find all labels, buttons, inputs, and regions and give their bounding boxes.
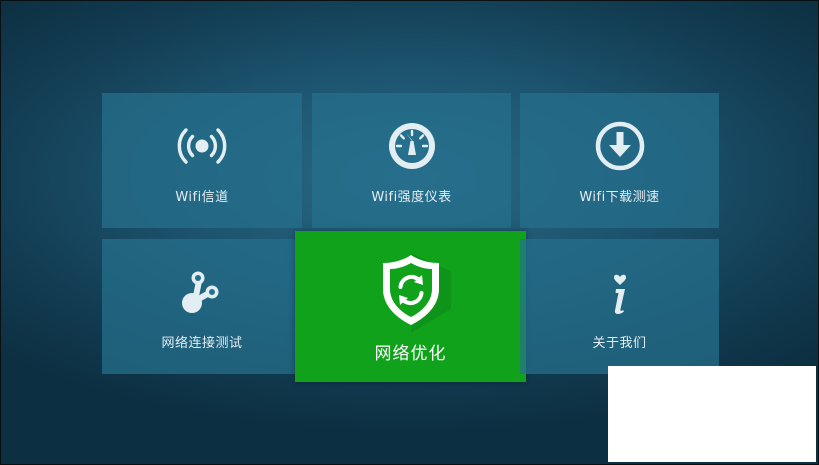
- tile-wifi-channel[interactable]: Wifi信道: [102, 93, 302, 228]
- tile-about-us[interactable]: 关于我们: [520, 239, 719, 374]
- tile-label: Wifi下载测速: [579, 190, 660, 205]
- tile-label: Wifi强度仪表: [371, 190, 452, 205]
- tile-connection-test[interactable]: 网络连接测试: [102, 239, 302, 374]
- connection-nodes-icon: [175, 265, 229, 319]
- app-screen: Wifi信道 Wifi强度仪表 Wifi下载测速 网络连接测试 网络优化 关于我…: [0, 0, 819, 465]
- blank-overlay: [608, 366, 816, 462]
- shield-refresh-icon: [369, 249, 453, 333]
- gauge-icon: [385, 119, 439, 173]
- tile-network-optimize[interactable]: 网络优化: [295, 231, 526, 382]
- tile-label: 网络连接测试: [161, 336, 243, 351]
- tile-label: 网络优化: [374, 344, 447, 364]
- tile-label: 关于我们: [592, 336, 647, 351]
- tile-wifi-meter[interactable]: Wifi强度仪表: [312, 93, 511, 228]
- tile-label: Wifi信道: [175, 190, 229, 205]
- tile-wifi-speed[interactable]: Wifi下载测速: [520, 93, 719, 228]
- wifi-signal-icon: [175, 119, 229, 173]
- info-icon: [593, 265, 647, 319]
- download-circle-icon: [593, 119, 647, 173]
